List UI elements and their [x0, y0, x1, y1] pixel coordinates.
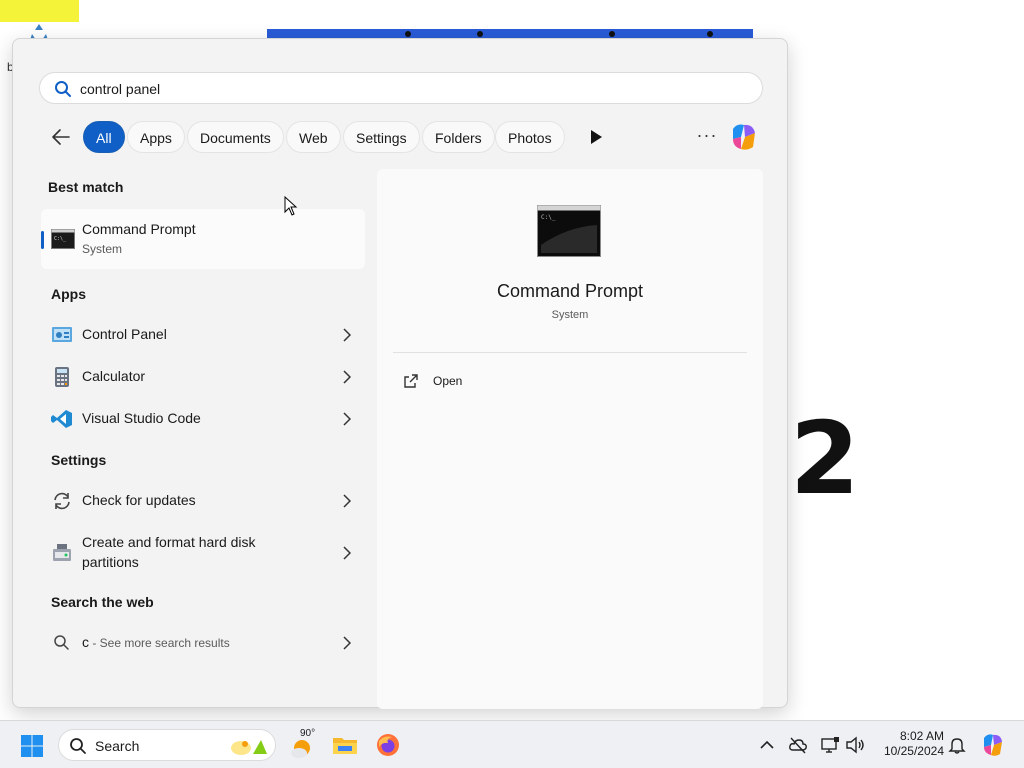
- settings-label: Check for updates: [82, 492, 196, 508]
- copilot-taskbar-icon[interactable]: [980, 732, 1006, 758]
- filter-chip-apps[interactable]: Apps: [127, 121, 185, 153]
- desktop-big-number: 2: [790, 400, 860, 517]
- search-highlight-illustration-icon: [231, 740, 267, 755]
- settings-label: Create and format hard disk partitions: [82, 534, 256, 570]
- taskbar-search-label: Search: [95, 738, 140, 754]
- chevron-right-icon: [343, 370, 351, 384]
- play-icon[interactable]: [589, 129, 603, 145]
- volume-icon[interactable]: [845, 735, 865, 755]
- more-options-button[interactable]: ···: [695, 125, 719, 149]
- filter-chip-all[interactable]: All: [83, 121, 125, 153]
- taskbar-search-box[interactable]: Search: [58, 729, 276, 761]
- web-result-label: c - See more search results: [82, 634, 230, 650]
- cloud-offline-icon[interactable]: [788, 735, 808, 755]
- file-explorer-icon[interactable]: [332, 734, 358, 756]
- copilot-icon[interactable]: [727, 121, 761, 153]
- best-match-title: Command Prompt: [82, 221, 196, 237]
- command-prompt-icon: C:\_: [51, 229, 75, 249]
- web-more-text: - See more search results: [89, 636, 230, 650]
- svg-text:C:\_: C:\_: [541, 214, 556, 221]
- app-item-visual-studio-code[interactable]: Visual Studio Code: [41, 399, 365, 439]
- search-web-heading: Search the web: [51, 594, 154, 610]
- calculator-icon: [55, 367, 69, 387]
- desktop-label-tag: ​: [0, 0, 79, 22]
- chevron-up-icon[interactable]: [757, 735, 777, 755]
- search-icon: [70, 738, 86, 754]
- search-icon: [54, 635, 69, 650]
- filter-chip-photos[interactable]: Photos: [495, 121, 565, 153]
- search-icon: [55, 81, 71, 97]
- app-label: Control Panel: [82, 326, 167, 342]
- open-action-button[interactable]: Open: [399, 369, 519, 395]
- preview-title: Command Prompt: [496, 281, 644, 301]
- filter-chip-documents[interactable]: Documents: [187, 121, 284, 153]
- filter-chip-settings[interactable]: Settings: [343, 121, 420, 153]
- best-match-heading: Best match: [48, 179, 124, 195]
- web-search-result[interactable]: c - See more search results: [41, 623, 365, 663]
- control-panel-icon: [52, 327, 72, 342]
- clock-date: 10/25/2024: [883, 744, 944, 758]
- windows-start-icon[interactable]: [20, 734, 44, 758]
- preview-subtitle: System: [551, 309, 589, 321]
- back-arrow-icon[interactable]: [49, 125, 73, 149]
- command-prompt-icon: C:\_: [537, 205, 601, 257]
- svg-text:C:\_: C:\_: [54, 236, 67, 242]
- app-item-calculator[interactable]: Calculator: [41, 357, 365, 397]
- vscode-icon: [51, 410, 72, 428]
- notification-bell-icon[interactable]: [947, 735, 967, 755]
- start-search-panel: All Apps Documents Web Settings Folders …: [12, 38, 788, 709]
- open-action-label: Open: [433, 374, 463, 388]
- best-match-subtitle: System: [82, 242, 123, 256]
- filter-bar: All Apps Documents Web Settings Folders …: [43, 121, 763, 153]
- search-input[interactable]: [80, 79, 740, 99]
- settings-item-disk-partitions[interactable]: Create and format hard disk partitions: [41, 529, 365, 577]
- open-external-icon: [404, 374, 418, 388]
- chevron-right-icon: [343, 412, 351, 426]
- selection-indicator: [41, 231, 44, 249]
- preview-pane: C:\_ Command Prompt System Open: [377, 169, 763, 709]
- clock-time: 8:02 AM: [899, 729, 944, 743]
- filter-chip-folders[interactable]: Folders: [422, 121, 495, 153]
- system-clock[interactable]: 8:02 AM 10/25/2024: [874, 729, 944, 759]
- taskbar: Search 90° 8:02 AM 10/25/2024: [0, 720, 1024, 768]
- weather-temperature: 90°: [300, 728, 316, 739]
- search-box[interactable]: [39, 72, 763, 104]
- network-icon[interactable]: [820, 735, 840, 755]
- refresh-icon: [54, 492, 70, 510]
- chevron-right-icon: [343, 494, 351, 508]
- settings-item-check-for-updates[interactable]: Check for updates: [41, 481, 365, 521]
- best-match-result[interactable]: C:\_ Command Prompt System: [41, 209, 365, 269]
- chevron-right-icon: [343, 546, 351, 560]
- mouse-cursor-icon: [284, 196, 298, 216]
- chevron-right-icon: [343, 636, 351, 650]
- weather-sun-icon: [291, 740, 310, 758]
- app-label: Visual Studio Code: [82, 410, 201, 426]
- chevron-right-icon: [343, 328, 351, 342]
- preview-divider: [393, 352, 747, 353]
- apps-heading: Apps: [51, 286, 86, 302]
- weather-widget[interactable]: 90°: [290, 728, 320, 759]
- web-query: c: [82, 634, 89, 650]
- app-item-control-panel[interactable]: Control Panel: [41, 315, 365, 355]
- filter-chip-web[interactable]: Web: [286, 121, 341, 153]
- app-label: Calculator: [82, 368, 146, 384]
- disk-management-icon: [53, 544, 71, 561]
- settings-heading: Settings: [51, 452, 107, 468]
- firefox-icon[interactable]: [376, 733, 400, 757]
